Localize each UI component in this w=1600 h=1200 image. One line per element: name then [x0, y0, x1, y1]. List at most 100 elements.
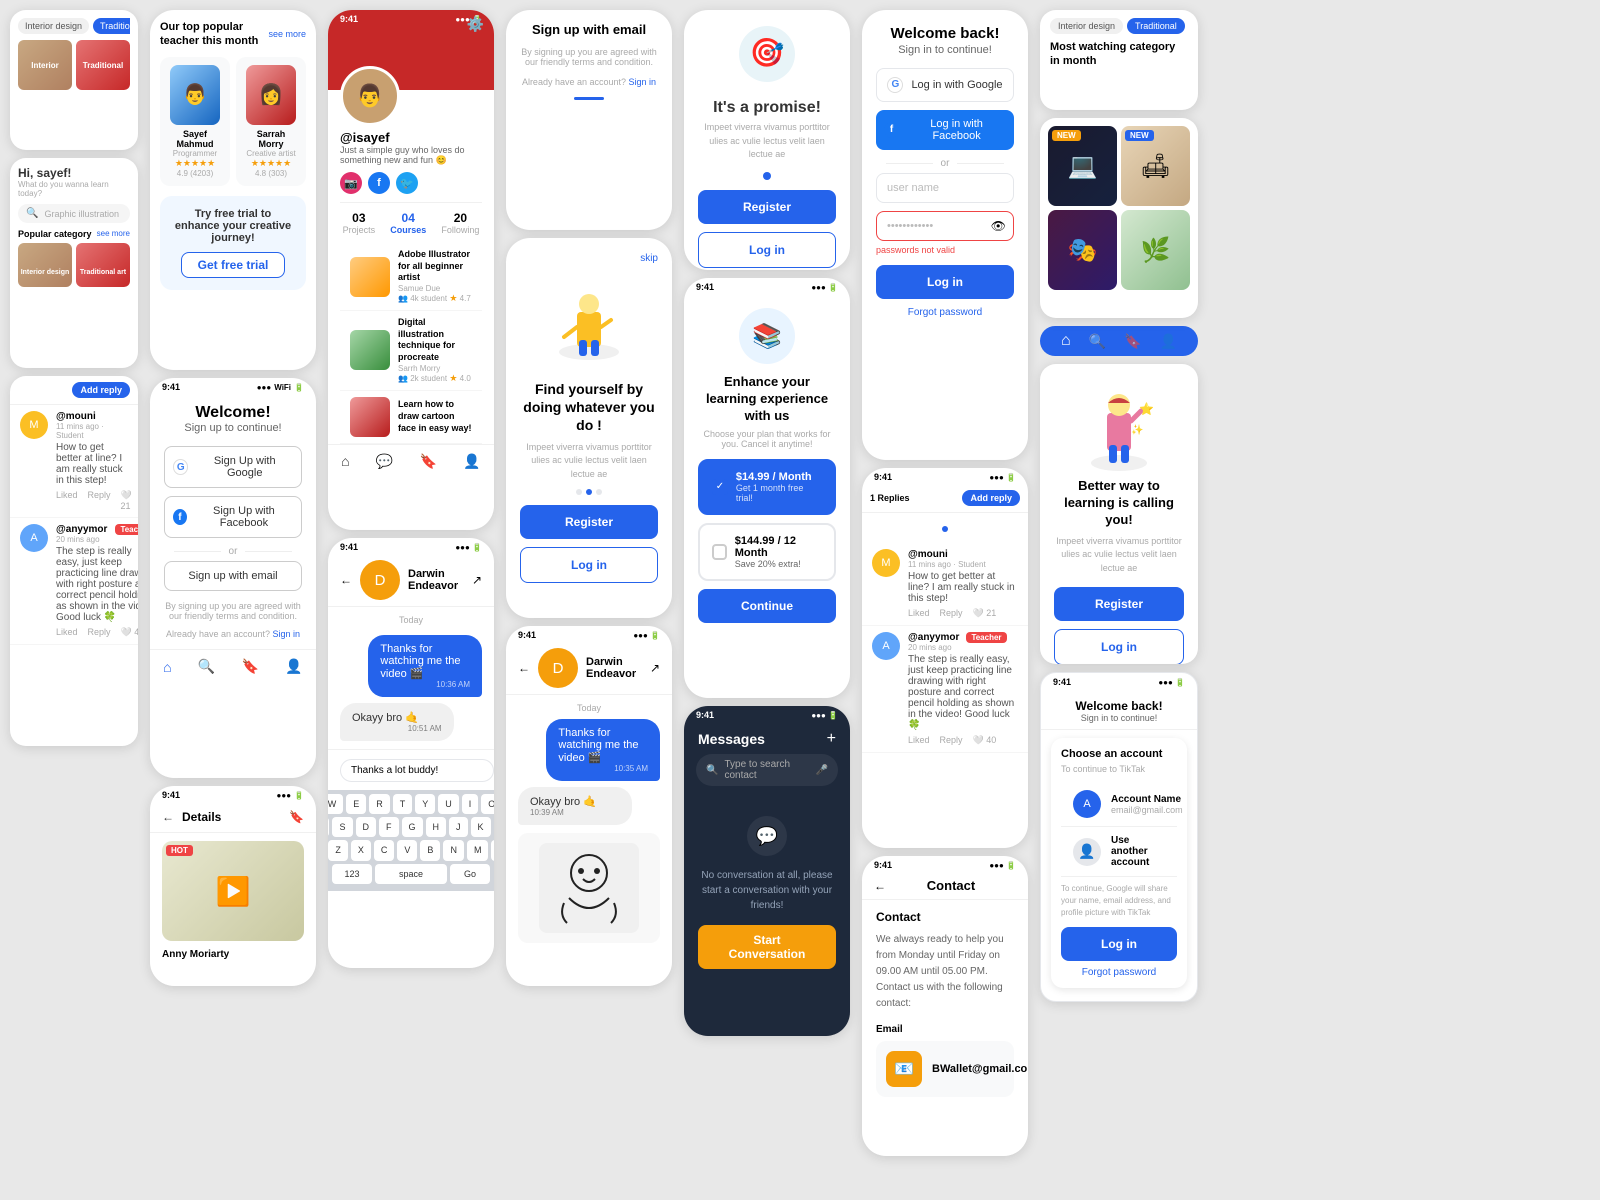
login-button-promise[interactable]: Log in [698, 232, 836, 268]
bookmark-nav[interactable]: 🔖 [420, 453, 437, 470]
login-button-1[interactable]: Log in [520, 547, 658, 583]
key-d[interactable]: D [356, 817, 377, 837]
register-button-better[interactable]: Register [1054, 587, 1184, 621]
add-reply-button[interactable]: Add reply [72, 382, 130, 398]
cat-image-light1[interactable]: NEW 🛋 [1121, 126, 1190, 206]
google-signup-button[interactable]: G Sign Up with Google [164, 446, 302, 488]
key-s[interactable]: S [332, 817, 352, 837]
teacher-card-2[interactable]: 👩 Sarrah Morry Creative artist ★★★★★ 4.8… [236, 57, 306, 186]
settings-icon[interactable]: ⚙️ [467, 16, 484, 33]
reply-action[interactable]: Reply [88, 490, 111, 511]
cat-image-dark1[interactable]: NEW 💻 [1048, 126, 1117, 206]
facebook-icon-profile[interactable]: f [368, 172, 390, 194]
key-o[interactable]: O [481, 794, 494, 814]
key-backspace[interactable]: ⌫ [491, 840, 494, 861]
twitter-icon[interactable]: 🐦 [396, 172, 418, 194]
key-t[interactable]: T [393, 794, 413, 814]
cat-image-light2[interactable]: 🌿 [1121, 210, 1190, 290]
key-u[interactable]: U [438, 794, 459, 814]
mic-icon[interactable]: 🎤 [816, 765, 828, 776]
key-r[interactable]: R [369, 794, 390, 814]
reply-action-2[interactable]: Reply [88, 627, 111, 638]
key-m[interactable]: M [467, 840, 489, 861]
plan-card-yearly[interactable]: $144.99 / 12 Month Save 20% extra! [698, 523, 836, 581]
tab-traditional[interactable]: Traditional [1127, 18, 1185, 34]
google-login-button[interactable]: G Log in with Google [876, 68, 1014, 102]
account-row-1[interactable]: A Account Name email@gmail.com [1061, 782, 1177, 827]
see-more-teachers[interactable]: see more [268, 29, 306, 39]
back-arrow-icon[interactable]: ← [162, 810, 174, 824]
key-f[interactable]: F [379, 817, 399, 837]
free-trial-button[interactable]: Get free trial [181, 252, 286, 278]
messages-search-placeholder[interactable]: Type to search contact [724, 759, 809, 781]
teacher-card-1[interactable]: 👨 Sayef Mahmud Programmer ★★★★★ 4.9 (420… [160, 57, 230, 186]
skip-link[interactable]: skip [640, 253, 658, 264]
key-space[interactable]: space [375, 864, 447, 884]
home-nav-icon-2[interactable]: ⌂ [1061, 332, 1071, 350]
rep-2[interactable]: Reply [940, 735, 963, 746]
key-go[interactable]: Go [450, 864, 490, 884]
facebook-login-button[interactable]: f Log in with Facebook [876, 110, 1014, 150]
liked-action-2[interactable]: Liked [56, 627, 78, 638]
account-row-2[interactable]: 👤 Use another account [1061, 827, 1177, 877]
key-n[interactable]: N [443, 840, 464, 861]
course-item-1[interactable]: Adobe Illustrator for all beginner artis… [340, 243, 482, 311]
home-icon[interactable]: ⌂ [341, 453, 349, 469]
signin-link[interactable]: Sign in [273, 629, 301, 639]
cat-image-dark2[interactable]: 🎭 [1048, 210, 1117, 290]
key-k[interactable]: K [471, 817, 491, 837]
see-more-link[interactable]: see more [97, 229, 130, 239]
start-conversation-button[interactable]: Start Conversation [698, 925, 836, 969]
key-a[interactable]: A [328, 817, 329, 837]
key-h[interactable]: H [426, 817, 447, 837]
search-nav-icon-2[interactable]: 🔍 [1089, 333, 1106, 350]
signin-link-email[interactable]: Sign in [629, 77, 657, 87]
key-j[interactable]: J [449, 817, 468, 837]
like-2[interactable]: Liked [908, 735, 930, 746]
key-b[interactable]: B [420, 840, 440, 861]
key-y[interactable]: Y [415, 794, 435, 814]
login-button-better[interactable]: Log in [1054, 629, 1184, 664]
profile-nav-icon-2[interactable]: 👤 [1160, 333, 1177, 350]
back-icon-chat2[interactable]: ← [518, 661, 530, 675]
chat-icon[interactable]: 💬 [376, 453, 393, 470]
category-tag-interior[interactable]: Interior design [18, 18, 89, 34]
liked-action[interactable]: Liked [56, 490, 78, 511]
course-item-3[interactable]: Learn how to draw cartoon face in easy w… [340, 391, 482, 444]
register-button-promise[interactable]: Register [698, 190, 836, 224]
category-tag-traditional[interactable]: Traditional art [93, 18, 130, 34]
login-button-signin[interactable]: Log in [876, 265, 1014, 299]
instagram-icon[interactable]: 📷 [340, 172, 362, 194]
profile-nav-icon[interactable]: 👤 [285, 658, 302, 675]
continue-button[interactable]: Continue [698, 589, 836, 623]
key-x[interactable]: X [351, 840, 371, 861]
share-icon-chat2[interactable]: ↗ [650, 661, 660, 675]
forgot-password-account[interactable]: Forgot password [1061, 967, 1177, 978]
key-w[interactable]: W [328, 794, 343, 814]
key-v[interactable]: V [397, 840, 417, 861]
key-c[interactable]: C [374, 840, 395, 861]
reply-input[interactable] [340, 759, 494, 782]
bookmark-nav-icon[interactable]: 🔖 [242, 658, 259, 675]
key-i[interactable]: I [462, 794, 479, 814]
key-z[interactable]: Z [328, 840, 348, 861]
like-1[interactable]: Liked [908, 608, 930, 619]
back-icon-contact[interactable]: ← [874, 879, 886, 893]
tab-interior[interactable]: Interior design [1050, 18, 1123, 34]
facebook-signup-button[interactable]: f Sign Up with Facebook [164, 496, 302, 538]
home-nav-icon[interactable]: ⌂ [163, 659, 171, 675]
forgot-password-link[interactable]: Forgot password [876, 307, 1014, 318]
profile-icon[interactable]: 👤 [463, 453, 480, 470]
rep-1[interactable]: Reply [940, 608, 963, 619]
email-signup-button[interactable]: Sign up with email [164, 561, 302, 591]
register-button-1[interactable]: Register [520, 505, 658, 539]
plan-card-monthly[interactable]: ✓ $14.99 / Month Get 1 month free trial! [698, 459, 836, 515]
share-icon-chat[interactable]: ↗ [472, 573, 482, 587]
bookmark-icon[interactable]: 🔖 [289, 810, 304, 824]
course-item-2[interactable]: Digital illustration technique for procr… [340, 311, 482, 391]
key-g[interactable]: G [402, 817, 423, 837]
bookmark-nav-icon-2[interactable]: 🔖 [1124, 333, 1141, 350]
back-icon-chat[interactable]: ← [340, 573, 352, 587]
username-input[interactable] [876, 173, 1014, 203]
show-password-icon[interactable]: 👁 [991, 219, 1006, 233]
